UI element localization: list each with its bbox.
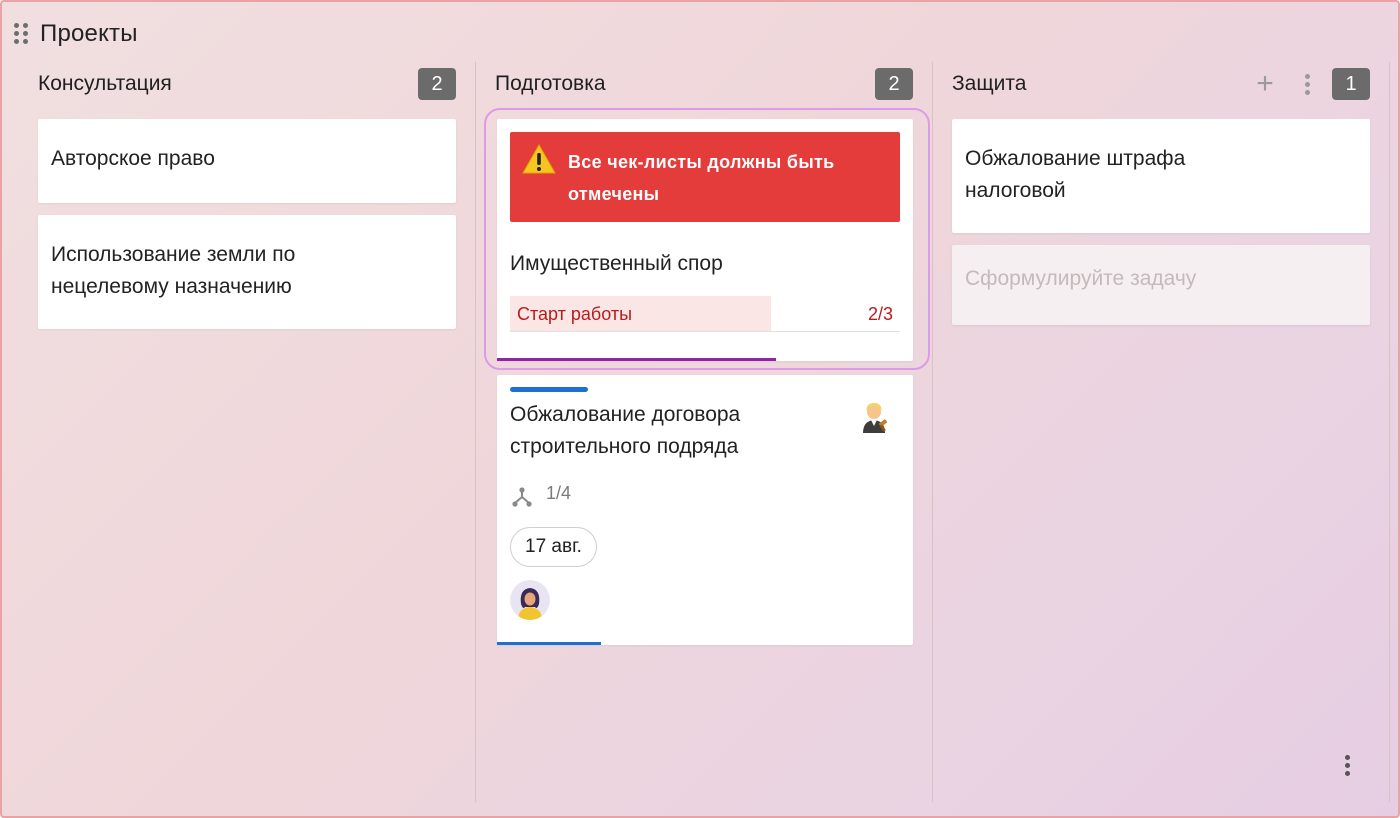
task-card[interactable]: Авторское право bbox=[38, 119, 456, 203]
column-defense: Защита + 1 Обжалование штрафа налоговой … bbox=[952, 62, 1370, 802]
kanban-board: Проекты Консультация 2 Авторское право И… bbox=[0, 0, 1400, 818]
column-divider bbox=[475, 62, 476, 802]
subtasks-count: 1/4 bbox=[546, 483, 572, 503]
column-divider bbox=[1389, 62, 1390, 802]
selection-outline bbox=[484, 108, 930, 370]
assignee-avatar[interactable] bbox=[510, 580, 550, 620]
card-title: Обжалование штрафа налоговой bbox=[965, 147, 1186, 202]
board-title: Проекты bbox=[40, 20, 138, 47]
column-header: Консультация 2 bbox=[38, 62, 456, 106]
card-title: Обжалование договора строительного подря… bbox=[510, 403, 741, 458]
column-title: Подготовка bbox=[495, 72, 606, 95]
count-badge: 2 bbox=[418, 68, 456, 100]
task-card[interactable]: Обжалование договора строительного подря… bbox=[497, 375, 913, 645]
card-label-strip[interactable] bbox=[510, 387, 588, 392]
card-title: Авторское право bbox=[51, 147, 215, 170]
card-title: Использование земли по нецелевому назнач… bbox=[51, 243, 296, 298]
subtasks-icon bbox=[512, 487, 532, 507]
board-header: Проекты bbox=[14, 20, 138, 48]
due-date-chip[interactable]: 17 авг. bbox=[510, 527, 597, 567]
drag-handle-icon[interactable] bbox=[14, 23, 30, 45]
column-divider bbox=[932, 62, 933, 802]
column-header: Подготовка 2 bbox=[495, 62, 913, 106]
card-progress-bar bbox=[497, 642, 601, 645]
column-title: Защита bbox=[952, 72, 1027, 95]
column-header: Защита + 1 bbox=[952, 62, 1370, 106]
new-card-placeholder: Сформулируйте задачу bbox=[965, 267, 1197, 290]
man-judge-emoji-icon bbox=[863, 403, 888, 433]
add-card-icon[interactable]: + bbox=[1250, 69, 1280, 99]
new-card-input[interactable]: Сформулируйте задачу bbox=[952, 245, 1370, 325]
column-title: Консультация bbox=[38, 72, 172, 95]
column-consultation: Консультация 2 Авторское право Использов… bbox=[38, 62, 456, 802]
count-badge: 2 bbox=[875, 68, 913, 100]
task-card[interactable]: Обжалование штрафа налоговой bbox=[952, 119, 1370, 233]
task-card[interactable]: Использование земли по нецелевому назнач… bbox=[38, 215, 456, 329]
column-menu-icon[interactable] bbox=[1296, 69, 1318, 99]
count-badge: 1 bbox=[1332, 68, 1370, 100]
board-menu-icon[interactable] bbox=[1336, 750, 1358, 780]
